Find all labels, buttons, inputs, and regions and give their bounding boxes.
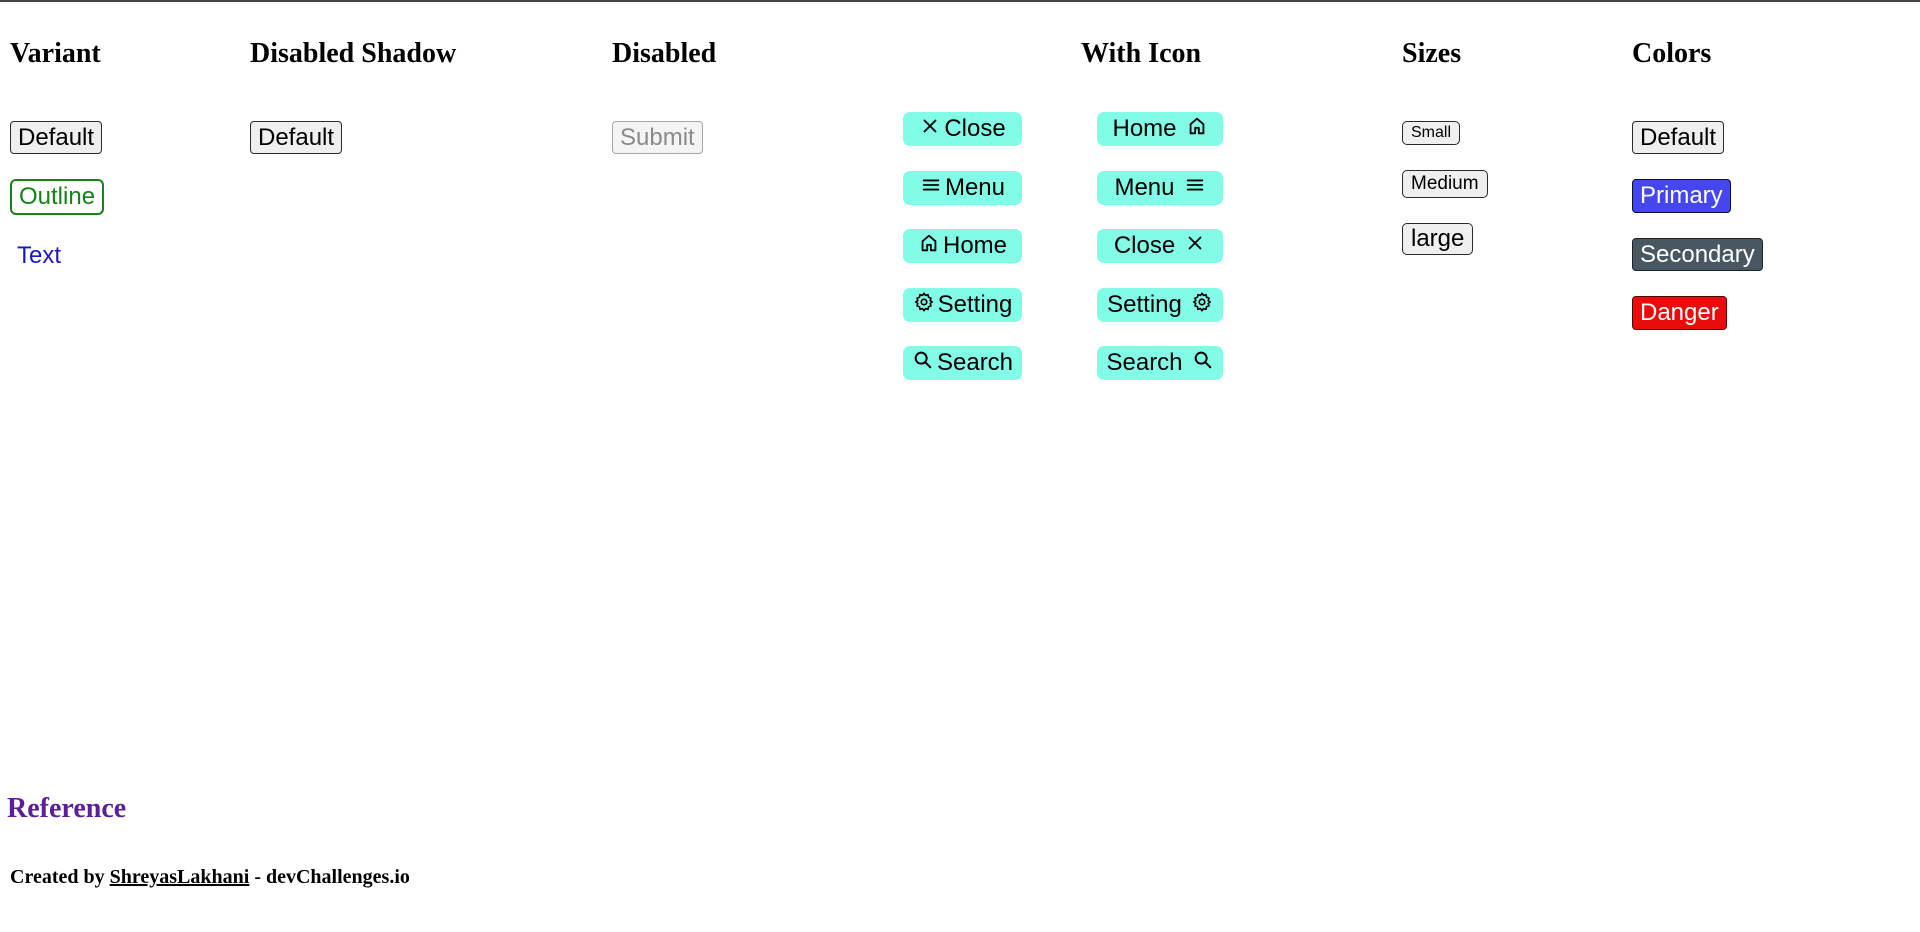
button-label: Close — [1113, 232, 1176, 259]
button-label: Search — [936, 349, 1014, 376]
credit-line: Created by ShreyasLakhani - devChallenge… — [10, 866, 410, 889]
gear-icon — [1192, 292, 1211, 312]
end-icon-setting-button[interactable]: Setting — [1097, 288, 1223, 322]
size-large-button[interactable]: large — [1402, 223, 1474, 255]
button-label: Search — [1106, 349, 1183, 376]
button-label: Setting — [937, 291, 1013, 318]
disabled-shadow-default-button[interactable]: Default — [250, 121, 343, 154]
size-small-button[interactable]: Small — [1402, 121, 1461, 145]
disabled-submit-button: Submit — [612, 121, 703, 154]
reference-heading: Reference — [7, 793, 127, 824]
heading-sizes: Sizes — [1402, 38, 1462, 69]
search-icon — [914, 351, 932, 369]
heading-colors: Colors — [1632, 38, 1712, 69]
start-icon-home-button[interactable]: Home — [903, 229, 1022, 263]
top-border — [0, 0, 1920, 2]
button-label: Home — [942, 232, 1008, 259]
heading-disabled: Disabled — [612, 38, 717, 69]
button-label: Menu — [944, 174, 1006, 201]
end-icon-home-button[interactable]: Home — [1097, 112, 1223, 146]
color-default-button[interactable]: Default — [1632, 121, 1725, 154]
home-icon — [921, 234, 937, 252]
credit-separator: - — [254, 866, 261, 888]
start-icon-close-button[interactable]: Close — [903, 112, 1022, 146]
variant-text-button[interactable]: Text — [10, 239, 68, 273]
close-icon — [923, 119, 937, 133]
author-link[interactable]: ShreyasLakhani — [110, 866, 250, 888]
credit-prefix: Created by — [10, 866, 105, 888]
heading-disabled-shadow: Disabled Shadow — [250, 38, 457, 69]
button-label: Close — [944, 115, 1006, 142]
button-label: Menu — [1114, 174, 1175, 201]
gear-icon — [914, 292, 933, 312]
search-icon — [1194, 351, 1211, 369]
end-icon-close-button[interactable]: Close — [1097, 229, 1223, 263]
home-icon — [1189, 117, 1204, 135]
variant-outline-button[interactable]: Outline — [10, 179, 105, 215]
heading-with-icon: With Icon — [1081, 38, 1202, 69]
start-icon-search-button[interactable]: Search — [903, 346, 1022, 380]
start-icon-menu-button[interactable]: Menu — [903, 171, 1022, 205]
end-icon-search-button[interactable]: Search — [1097, 346, 1223, 380]
heading-variant: Variant — [10, 38, 101, 69]
color-secondary-button[interactable]: Secondary — [1632, 238, 1763, 271]
credit-site: devChallenges.io — [265, 866, 410, 888]
color-danger-button[interactable]: Danger — [1632, 296, 1727, 330]
start-icon-setting-button[interactable]: Setting — [903, 288, 1022, 322]
button-label: Home — [1112, 115, 1177, 142]
menu-icon — [1186, 179, 1203, 191]
color-primary-button[interactable]: Primary — [1632, 179, 1731, 213]
menu-icon — [922, 179, 940, 191]
end-icon-menu-button[interactable]: Menu — [1097, 171, 1223, 205]
close-icon — [1188, 236, 1202, 250]
size-medium-button[interactable]: Medium — [1402, 170, 1488, 198]
button-label: Setting — [1107, 291, 1182, 318]
variant-default-button[interactable]: Default — [10, 121, 103, 154]
